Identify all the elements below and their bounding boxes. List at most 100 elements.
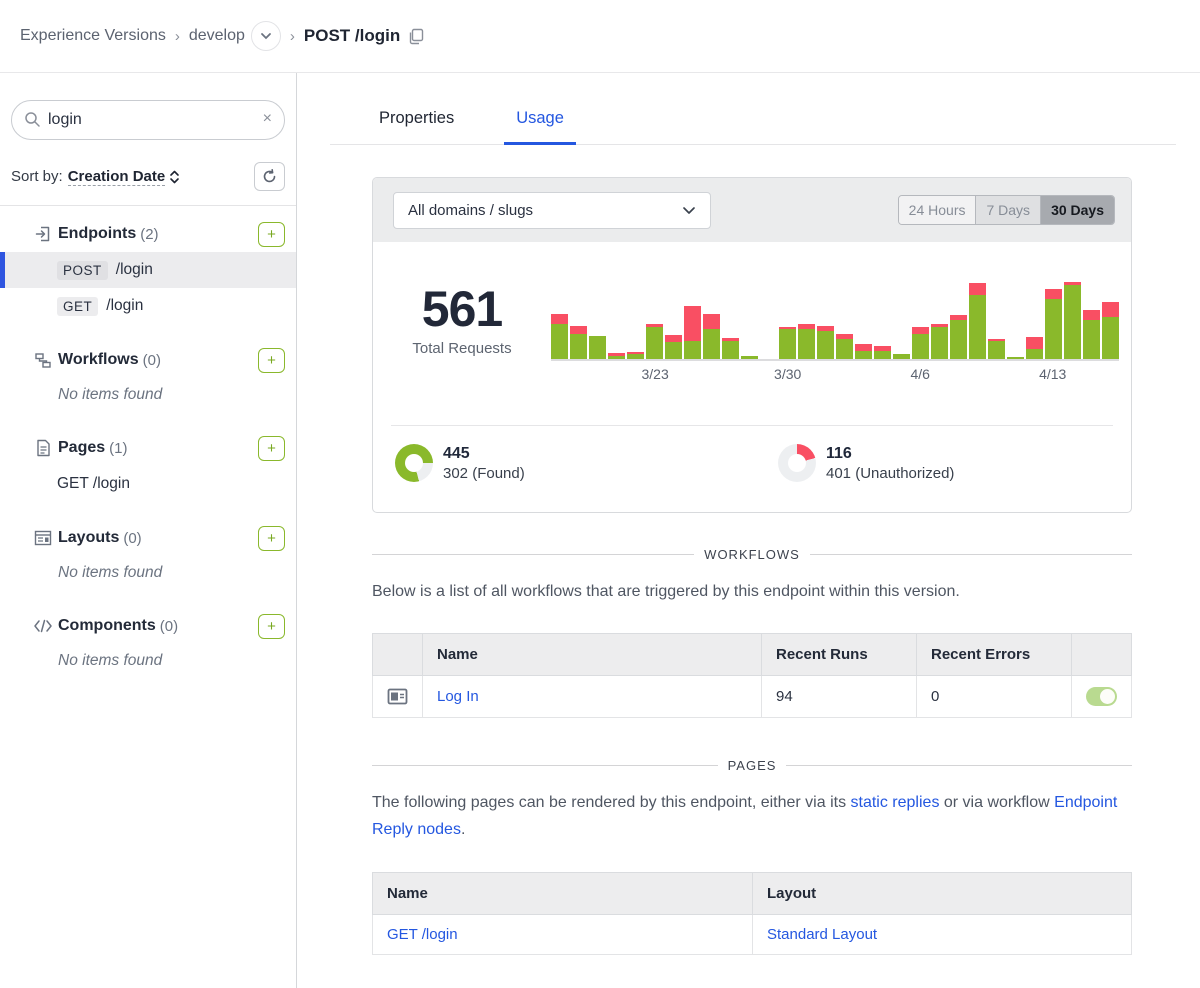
search-input[interactable] [11, 100, 285, 140]
workflow-link[interactable]: Log In [437, 688, 479, 705]
domain-filter-value: All domains / slugs [408, 202, 533, 219]
breadcrumb-separator: › [175, 28, 180, 45]
add-endpoint-button[interactable]: + [258, 222, 285, 247]
pages-heading: PAGES [718, 758, 787, 773]
sidebar-item-endpoint-post-login[interactable]: POST /login [0, 252, 296, 288]
breadcrumb-experience-versions[interactable]: Experience Versions [20, 27, 166, 45]
bar [627, 352, 644, 359]
pages-col-layout: Layout [753, 872, 1132, 914]
page-link[interactable]: GET /login [387, 926, 458, 943]
bar [570, 326, 587, 359]
workflows-table: Name Recent Runs Recent Errors Log In [372, 633, 1132, 718]
clear-search-icon[interactable]: × [263, 110, 272, 128]
page-icon [32, 439, 54, 457]
version-dropdown-button[interactable] [251, 21, 281, 51]
pages-col-name: Name [373, 872, 753, 914]
page-name: GET /login [57, 475, 130, 493]
sidebar-section-components: Components (0) + [0, 608, 296, 644]
tab-properties[interactable]: Properties [377, 109, 456, 144]
layout-icon [32, 530, 54, 546]
range-button-24-hours[interactable]: 24 Hours [899, 196, 977, 224]
domain-filter-dropdown[interactable]: All domains / slugs [393, 192, 711, 229]
usage-chart-card: All domains / slugs 24 Hours 7 Days 30 D… [372, 177, 1132, 513]
workflow-board-icon [387, 688, 408, 705]
table-row: Log In 94 0 [373, 676, 1132, 718]
static-replies-link[interactable]: static replies [851, 794, 940, 811]
bar [798, 324, 815, 359]
sort-direction-icon[interactable] [169, 169, 180, 185]
components-count: (0) [160, 618, 178, 635]
table-row: GET /login Standard Layout [373, 914, 1132, 954]
endpoint-icon [32, 225, 54, 243]
x-axis-tick-label: 3/23 [642, 366, 669, 382]
time-range-group: 24 Hours 7 Days 30 Days [898, 195, 1115, 225]
bar [722, 338, 739, 359]
sort-field-dropdown[interactable]: Creation Date [68, 168, 166, 186]
pages-section-divider: PAGES [372, 758, 1132, 773]
bar-chart [551, 282, 1119, 361]
layouts-label: Layouts [58, 529, 119, 547]
refresh-button[interactable] [254, 162, 285, 191]
add-component-button[interactable]: + [258, 614, 285, 639]
bar [817, 326, 834, 359]
breadcrumb-separator: › [290, 28, 295, 45]
copy-icon[interactable] [408, 28, 424, 45]
chevron-down-icon [682, 202, 696, 219]
pages-desc-text: The following pages can be rendered by t… [372, 794, 851, 811]
components-empty-text: No items found [0, 644, 296, 678]
workflows-col-icon [373, 634, 423, 676]
pages-desc-text: or via workflow [939, 794, 1054, 811]
method-badge: GET [57, 297, 98, 316]
bar [1007, 357, 1024, 359]
bar [741, 356, 758, 359]
breadcrumb-version[interactable]: develop [189, 27, 245, 45]
sidebar-item-page-get-login[interactable]: GET /login [0, 466, 296, 502]
bar [969, 283, 986, 359]
main-content: Properties Usage All domains / slugs 24 … [298, 73, 1200, 988]
sidebar-item-endpoint-get-login[interactable]: GET /login [0, 288, 296, 324]
breadcrumb-current-endpoint: POST /login [304, 26, 400, 46]
sidebar-section-workflows: Workflows (0) + [0, 342, 296, 378]
sidebar-section-endpoints: Endpoints (2) + [0, 216, 296, 252]
layouts-empty-text: No items found [0, 556, 296, 590]
pages-desc-text: . [461, 821, 465, 838]
tab-bar: Properties Usage [330, 109, 1176, 145]
tab-usage[interactable]: Usage [514, 109, 566, 144]
workflows-col-errors: Recent Errors [917, 634, 1072, 676]
endpoint-path: /login [116, 261, 153, 279]
unauthorized-donut [778, 444, 816, 482]
x-axis-ticks: 3/233/304/64/13 [551, 361, 1119, 385]
add-page-button[interactable]: + [258, 436, 285, 461]
stat-unauthorized: 116 401 (Unauthorized) [752, 444, 1111, 482]
refresh-icon [262, 169, 277, 184]
workflows-col-toggle [1072, 634, 1132, 676]
bar [589, 336, 606, 359]
layouts-count: (0) [123, 530, 141, 547]
range-button-30-days[interactable]: 30 Days [1041, 196, 1114, 224]
found-donut [395, 444, 433, 482]
workflow-recent-runs: 94 [762, 676, 917, 718]
sidebar-section-layouts: Layouts (0) + [0, 520, 296, 556]
add-workflow-button[interactable]: + [258, 348, 285, 373]
workflows-label: Workflows [58, 351, 139, 369]
chevron-down-icon [260, 32, 272, 40]
pages-label: Pages [58, 439, 105, 457]
workflows-empty-text: No items found [0, 378, 296, 412]
pages-table: Name Layout GET /login Standard Layout [372, 872, 1132, 955]
bar [684, 306, 701, 359]
endpoints-count: (2) [140, 226, 158, 243]
workflows-section-divider: WORKFLOWS [372, 547, 1132, 562]
components-label: Components [58, 617, 156, 635]
add-layout-button[interactable]: + [258, 526, 285, 551]
pages-count: (1) [109, 440, 127, 457]
workflow-icon [32, 352, 54, 369]
found-count: 445 [443, 445, 525, 463]
layout-link[interactable]: Standard Layout [767, 926, 877, 943]
bar [779, 327, 796, 359]
top-bar: Experience Versions › develop › POST /lo… [0, 0, 1200, 73]
bar [950, 315, 967, 359]
total-requests-label: Total Requests [373, 340, 551, 357]
workflow-enabled-toggle[interactable] [1086, 687, 1117, 706]
range-button-7-days[interactable]: 7 Days [976, 196, 1041, 224]
x-axis-tick-label: 3/30 [774, 366, 801, 382]
